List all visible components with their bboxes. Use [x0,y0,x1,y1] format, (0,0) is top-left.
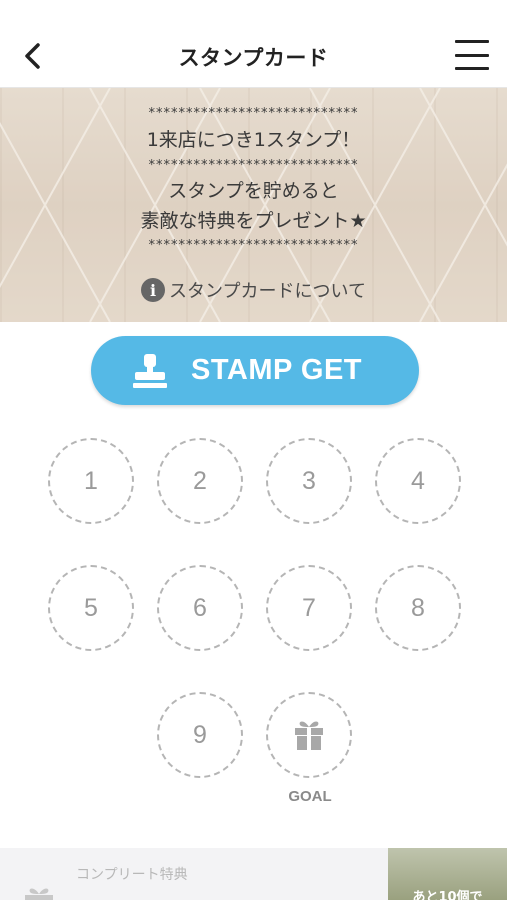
gift-icon [25,888,53,900]
banner-line-1: 1来店につき1スタンプ！ [146,129,361,151]
goal-label: GOAL [288,788,332,805]
info-icon: i [141,278,166,302]
about-stampcard-label: スタンプカードについて [169,281,366,302]
goal-slot [266,692,352,778]
stamp-slot-6: 6 [157,565,243,651]
stamp-slot-3: 3 [266,438,352,524]
app-header: スタンプカード [0,0,507,88]
banner-line-3: 素敵な特典をプレゼント★ [140,210,367,232]
menu-button[interactable] [455,40,489,70]
stars-divider: **************************** [148,238,359,253]
stars-divider: **************************** [148,158,359,173]
banner-line-2: スタンプを貯めると [168,180,339,202]
stamp-slot-7: 7 [266,565,352,651]
page-title: スタンプカード [178,46,329,70]
complete-reward-panel[interactable]: コンプリート特典 [0,848,388,900]
stamp-slot-9: 9 [157,692,243,778]
stars-divider: **************************** [148,106,359,121]
stamp-slot-1: 1 [48,438,134,524]
remaining-stamps-badge: あと10個で [388,848,507,900]
gift-icon [295,721,323,750]
stamp-slot-5: 5 [48,565,134,651]
banner-message: **************************** 1来店につき1スタンプ… [0,104,507,256]
about-stampcard-link[interactable]: i スタンプカードについて [0,277,507,303]
stamp-slot-2: 2 [157,438,243,524]
hamburger-menu-icon [455,40,489,43]
complete-reward-title: コンプリート特典 [76,867,188,883]
stamp-get-label: STAMP GET [191,354,362,386]
stamp-slot-4: 4 [375,438,461,524]
stamp-icon [133,353,167,388]
stamp-get-button[interactable]: STAMP GET [91,336,419,405]
remaining-stamps-text: あと10個で [412,890,483,900]
stamp-slot-8: 8 [375,565,461,651]
